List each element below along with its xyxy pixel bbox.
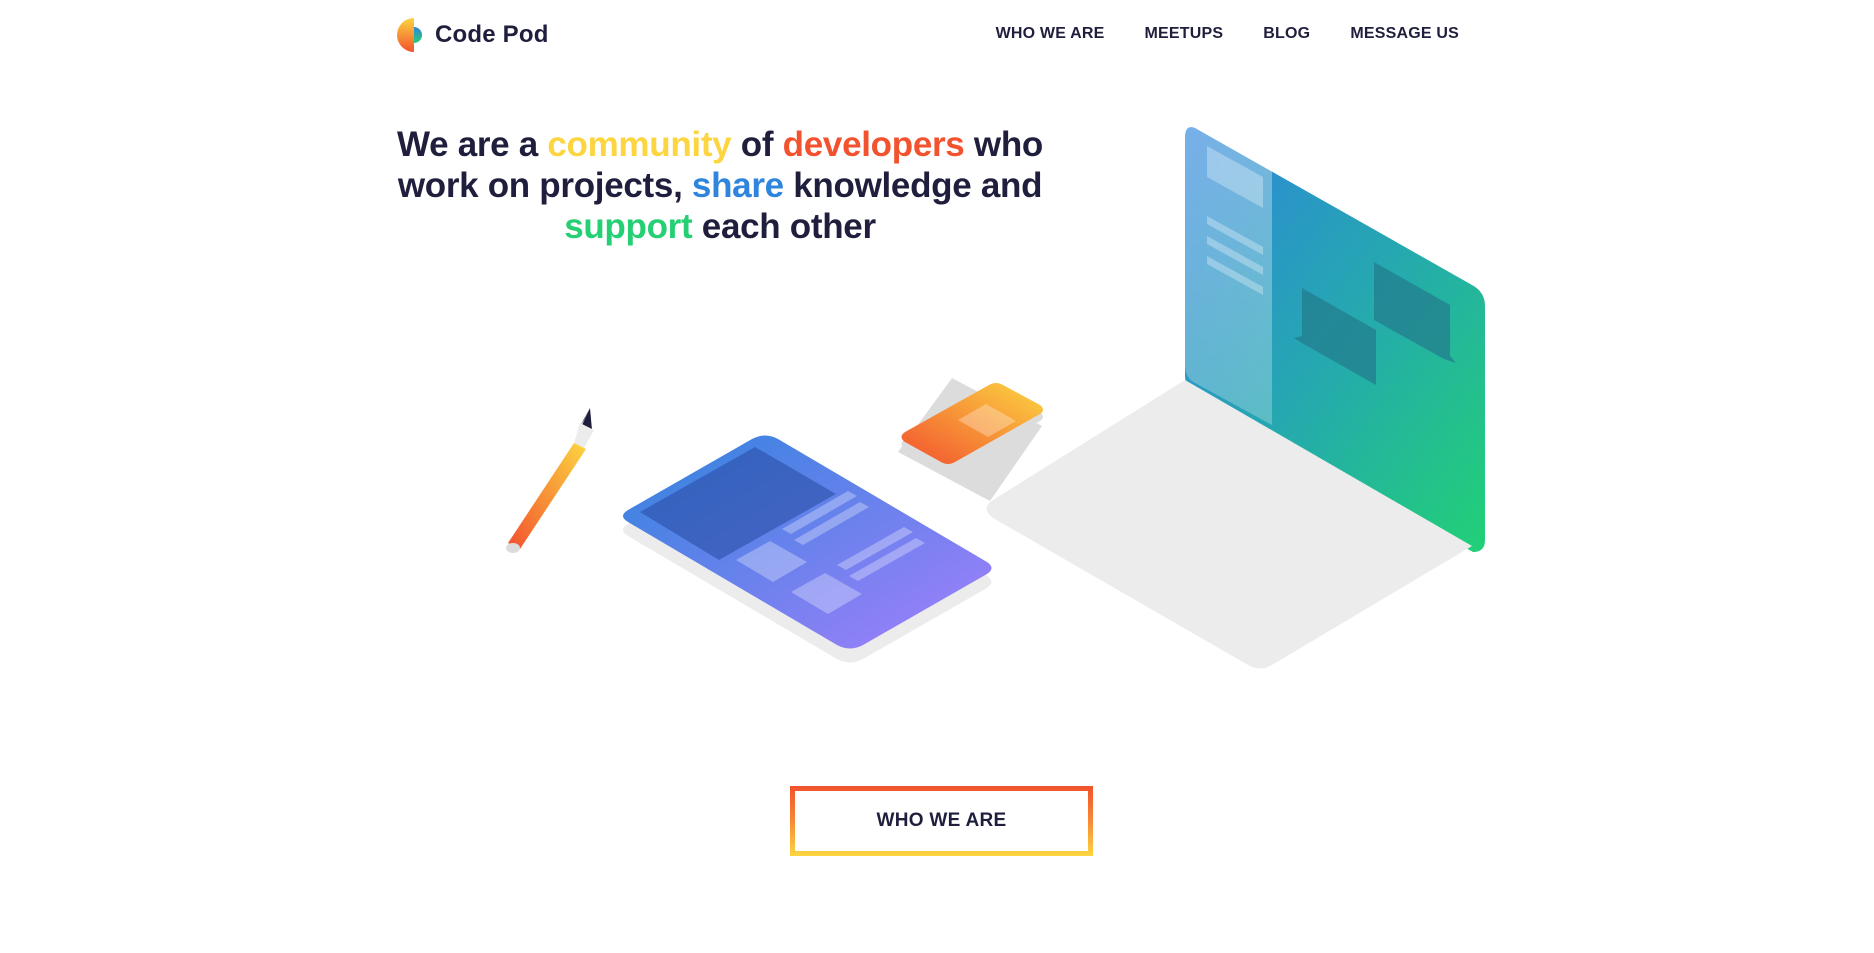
headline-word-developers: developers [782, 125, 965, 164]
tablet-icon [623, 435, 992, 663]
who-we-are-button-label: WHO WE ARE [795, 791, 1088, 851]
pencil-icon [506, 408, 594, 553]
nav-meetups[interactable]: MEETUPS [1145, 25, 1224, 43]
headline-word-support: support [564, 207, 693, 246]
nav-message-us[interactable]: MESSAGE US [1350, 25, 1459, 43]
nav-blog[interactable]: BLOG [1263, 25, 1310, 43]
brand-name: Code Pod [435, 21, 549, 48]
brand-logo-link[interactable]: Code Pod [395, 16, 549, 54]
main-nav: WHO WE ARE MEETUPS BLOG MESSAGE US [996, 25, 1459, 43]
code-pod-logo-icon [397, 18, 422, 52]
landing-page: Code Pod WHO WE ARE MEETUPS BLOG MESSAGE… [0, 0, 1874, 953]
phone-icon [898, 378, 1043, 501]
who-we-are-button[interactable]: WHO WE ARE [790, 786, 1093, 856]
nav-who-we-are[interactable]: WHO WE ARE [996, 25, 1105, 43]
headline-word-share: share [691, 166, 784, 205]
laptop-icon [986, 127, 1485, 669]
hero-headline: We are a community of developers who wor… [397, 125, 1043, 246]
headline-word-community: community [547, 125, 732, 164]
